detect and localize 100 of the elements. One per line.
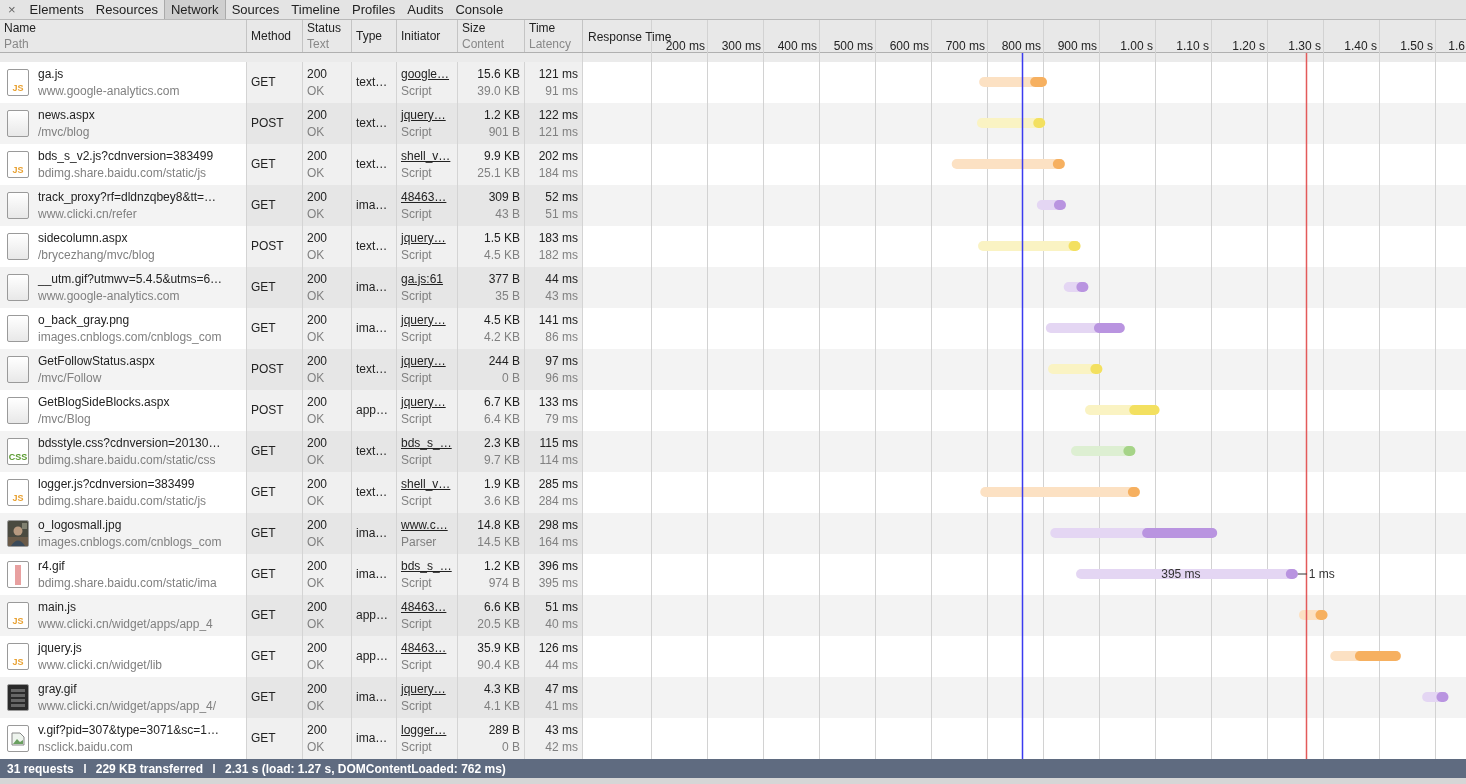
column-header[interactable]: Type <box>356 28 392 44</box>
file-name[interactable]: gray.gif <box>38 680 217 698</box>
file-path: www.clicki.cn/widget/apps/app_4 <box>38 615 213 633</box>
file-name[interactable]: o_logosmall.jpg <box>38 516 222 534</box>
stylesheet-file-icon: CSS <box>7 438 29 465</box>
tab[interactable]: Timeline <box>285 0 346 19</box>
initiator-link[interactable]: bds_s_… <box>401 557 453 575</box>
tick-label: 300 ms <box>721 39 761 53</box>
initiator-link[interactable]: shell_v… <box>401 147 453 165</box>
column-header[interactable]: Name <box>4 20 242 36</box>
initiator-type: Script <box>401 410 433 428</box>
tab[interactable]: Network <box>163 0 226 19</box>
file-name[interactable]: bds_s_v2.js?cdnversion=383499 <box>38 147 214 165</box>
file-name[interactable]: GetFollowStatus.aspx <box>38 352 155 370</box>
latency-text: 121 ms <box>538 123 578 141</box>
type-text: ima… <box>356 197 389 214</box>
initiator-type: Script <box>401 492 433 510</box>
file-icon <box>7 192 29 219</box>
initiator-link[interactable]: google… <box>401 65 453 83</box>
latency-text: 395 ms <box>538 574 578 592</box>
method-text: GET <box>251 607 277 624</box>
image-file-icon <box>7 684 29 711</box>
initiator-type: Script <box>401 451 433 469</box>
initiator-link[interactable]: bds_s_… <box>401 434 453 452</box>
column-header[interactable]: Size <box>462 20 520 36</box>
column-header[interactable]: Time <box>529 20 578 36</box>
status-code: 200 <box>307 598 329 616</box>
initiator-link[interactable]: jquery… <box>401 106 453 124</box>
time-text: 115 ms <box>539 434 578 452</box>
initiator-type: Script <box>401 369 433 387</box>
file-name[interactable]: sidecolumn.aspx <box>38 229 155 247</box>
latency-text: 86 ms <box>545 328 578 346</box>
size-text: 4.3 KB <box>483 680 520 698</box>
latency-text: 42 ms <box>545 738 578 756</box>
initiator-type: Script <box>401 164 433 182</box>
size-text: 14.8 KB <box>477 516 520 534</box>
content-size: 9.7 KB <box>483 451 520 469</box>
file-name[interactable]: ga.js <box>38 65 180 83</box>
tab[interactable]: Console <box>449 0 510 19</box>
size-text: 1.2 KB <box>483 106 520 124</box>
file-name[interactable]: GetBlogSideBlocks.aspx <box>38 393 170 411</box>
status-code: 200 <box>307 65 329 83</box>
method-text: GET <box>251 525 277 542</box>
type-text: text… <box>356 156 389 173</box>
status-code: 200 <box>307 639 329 657</box>
size-text: 309 B <box>488 188 520 206</box>
status-text: 229 KB transferred <box>95 760 204 778</box>
tick-label: 600 ms <box>889 39 929 53</box>
close-button[interactable]: × <box>0 0 24 19</box>
file-name[interactable]: v.gif?pid=307&type=3071&sc=1… <box>38 721 219 739</box>
initiator-link[interactable]: jquery… <box>401 680 453 698</box>
content-size: 90.4 KB <box>477 656 520 674</box>
image-file-icon <box>7 561 29 588</box>
initiator-link[interactable]: jquery… <box>401 311 453 329</box>
initiator-link[interactable]: logger… <box>401 721 453 739</box>
file-name[interactable]: r4.gif <box>38 557 217 575</box>
initiator-link[interactable]: 48463… <box>401 639 453 657</box>
tab[interactable]: Resources <box>89 0 164 19</box>
initiator-type: Script <box>401 574 433 592</box>
file-name[interactable]: main.js <box>38 598 213 616</box>
column-header[interactable]: Initiator <box>401 28 453 44</box>
file-name[interactable]: bdsstyle.css?cdnversion=20130… <box>38 434 221 452</box>
initiator-link[interactable]: jquery… <box>401 393 453 411</box>
status-code: 200 <box>307 557 329 575</box>
status-text: OK <box>307 656 326 674</box>
content-size: 39.0 KB <box>477 82 520 100</box>
initiator-link[interactable]: 48463… <box>401 188 453 206</box>
initiator-link[interactable]: www.c… <box>401 516 453 534</box>
method-text: GET <box>251 730 277 747</box>
tab[interactable]: Profiles <box>346 0 402 19</box>
initiator-type: Script <box>401 287 433 305</box>
column-header[interactable]: Method <box>251 28 298 44</box>
content-size: 4.5 KB <box>483 246 520 264</box>
type-text: text… <box>356 238 389 255</box>
initiator-link[interactable]: ga.js:61 <box>401 270 453 288</box>
initiator-link[interactable]: 48463… <box>401 598 453 616</box>
type-text: ima… <box>356 320 389 337</box>
file-name[interactable]: __utm.gif?utmwv=5.4.5&utms=6… <box>38 270 223 288</box>
time-text: 396 ms <box>538 557 578 575</box>
status-text: OK <box>307 164 326 182</box>
file-name[interactable]: o_back_gray.png <box>38 311 222 329</box>
initiator-link[interactable]: jquery… <box>401 229 453 247</box>
tab[interactable]: Audits <box>401 0 450 19</box>
initiator-link[interactable]: shell_v… <box>401 475 453 493</box>
initiator-link[interactable]: jquery… <box>401 352 453 370</box>
status-text: OK <box>307 410 326 428</box>
file-name[interactable]: logger.js?cdnversion=383499 <box>38 475 207 493</box>
tab[interactable]: Sources <box>225 0 286 19</box>
status-text: OK <box>307 328 326 346</box>
file-name[interactable]: jquery.js <box>38 639 163 657</box>
time-text: 52 ms <box>545 188 578 206</box>
file-path: /mvc/Blog <box>38 410 92 428</box>
type-text: text… <box>356 115 389 132</box>
file-icon <box>7 233 29 260</box>
column-header[interactable]: Status <box>307 20 347 36</box>
file-name[interactable]: news.aspx <box>38 106 95 124</box>
file-name[interactable]: track_proxy?rf=dldnzqbey8&tt=… <box>38 188 217 206</box>
tab[interactable]: Elements <box>23 0 90 19</box>
status-code: 200 <box>307 516 329 534</box>
method-text: POST <box>251 361 285 378</box>
